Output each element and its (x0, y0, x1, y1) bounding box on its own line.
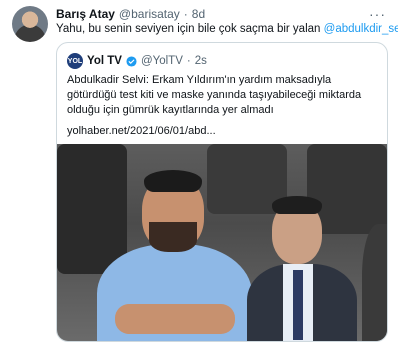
person-partial (362, 224, 387, 341)
quoted-tweet-link[interactable]: yolhaber.net/2021/06/01/abd... (67, 125, 216, 137)
quoted-author-handle[interactable]: @YolTV (141, 55, 183, 67)
avatar[interactable] (12, 6, 48, 42)
person-tie (293, 270, 303, 340)
person-beard (149, 222, 197, 252)
verified-badge-icon (126, 55, 137, 67)
author-handle[interactable]: @barisatay (119, 7, 180, 21)
person-arms (115, 304, 235, 334)
more-options-icon[interactable]: ··· (369, 6, 386, 22)
quoted-tweet-photo[interactable] (57, 144, 387, 341)
tweet-text: Yahu, bu senin seviyen için bile çok saç… (56, 23, 398, 35)
quoted-tweet-header: YOL Yol TV @YolTV · 2s (67, 53, 207, 69)
person-hair (272, 196, 322, 214)
background-figure (57, 144, 127, 274)
quoted-tweet-text: Abdulkadir Selvi: Erkam Yıldırım'ın yard… (67, 74, 362, 116)
quoted-author-name[interactable]: Yol TV (87, 55, 122, 67)
tweet[interactable]: Barış Atay @barisatay · 8d ··· Yahu, bu … (0, 0, 398, 342)
quoted-tweet[interactable]: YOL Yol TV @YolTV · 2s Abdulkadir Selvi:… (56, 42, 388, 342)
timestamp[interactable]: 8d (192, 7, 205, 21)
separator: · (183, 7, 188, 21)
quoted-timestamp[interactable]: 2s (195, 55, 207, 67)
tweet-text-main: Yahu, bu senin seviyen için bile çok saç… (56, 23, 321, 35)
tweet-header: Barış Atay @barisatay · 8d (56, 6, 205, 22)
quoted-avatar[interactable]: YOL (67, 53, 83, 69)
author-name[interactable]: Barış Atay (56, 7, 115, 21)
quoted-separator: · (186, 55, 191, 67)
person-hair (144, 170, 202, 192)
mention-link[interactable]: @abdulkdir_selvi (324, 23, 398, 35)
